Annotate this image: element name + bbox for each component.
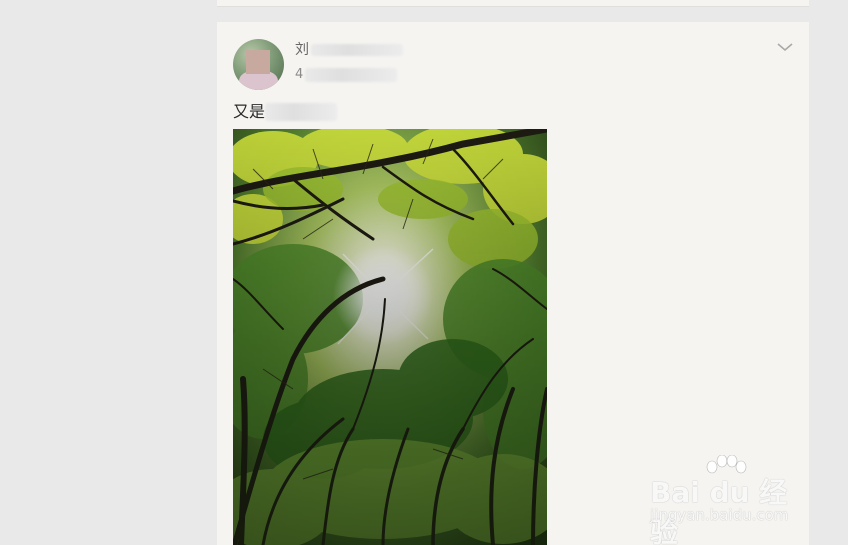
post-card: 刘 4 又是 <box>217 22 809 545</box>
user-name-row[interactable]: 刘 <box>295 42 403 58</box>
post-meta: 4 <box>295 67 398 83</box>
previous-post-card <box>217 0 809 7</box>
avatar-face-mosaic <box>246 50 270 74</box>
post-photo[interactable] <box>233 129 547 545</box>
post-time: 4 <box>295 67 304 82</box>
post-text: 又是 <box>233 102 266 121</box>
post-text-row: 又是 <box>233 101 338 123</box>
feed-view: 刘 4 又是 Bai du 经验 jingyan.baidu.com <box>0 0 848 545</box>
avatar[interactable] <box>233 39 284 90</box>
forest-canopy-image <box>233 129 547 545</box>
chevron-down-icon[interactable] <box>776 42 794 52</box>
user-name-redaction <box>311 44 403 56</box>
post-text-redaction <box>265 103 338 121</box>
post-time-redaction <box>305 68 398 82</box>
user-name[interactable]: 刘 <box>295 42 309 58</box>
